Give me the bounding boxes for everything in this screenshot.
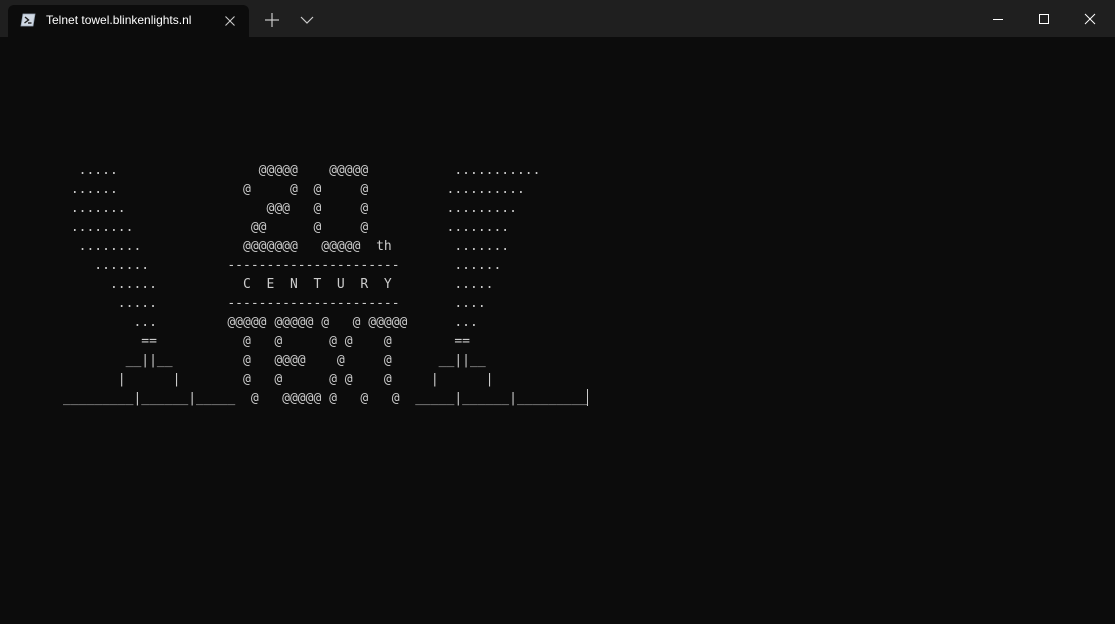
minimize-button[interactable] — [975, 0, 1021, 37]
terminal-line: __||__ @ @@@@ @ @ __||__ — [63, 353, 486, 368]
tab-title: Telnet towel.blinkenlights.nl — [46, 13, 192, 27]
maximize-icon — [1039, 14, 1049, 24]
terminal-line: ........ @@@@@@@ @@@@@ th ....... — [63, 239, 510, 254]
terminal-line: ....... @@@ @ @ ......... — [63, 201, 517, 216]
terminal-text: ..... @@@@@ @@@@@ ........... ...... @ @… — [63, 161, 589, 408]
text-cursor — [587, 389, 589, 406]
terminal-line: ....... ---------------------- ...... — [63, 258, 502, 273]
terminal-line: ...... C E N T U R Y ..... — [63, 277, 494, 292]
minimize-icon — [993, 19, 1003, 20]
title-bar[interactable]: Telnet towel.blinkenlights.nl — [0, 0, 1115, 37]
terminal-line: _________|______|_____ @ @@@@@ @ @ @ ___… — [63, 391, 588, 406]
terminal-line: ........ @@ @ @ ........ — [63, 220, 510, 235]
tab-telnet[interactable]: Telnet towel.blinkenlights.nl — [8, 5, 249, 37]
terminal-line: ..... @@@@@ @@@@@ ........... — [63, 163, 541, 178]
maximize-button[interactable] — [1021, 0, 1067, 37]
terminal-line: ... @@@@@ @@@@@ @ @ @@@@@ ... — [63, 315, 478, 330]
tab-dropdown-chevron-icon[interactable] — [298, 12, 316, 28]
terminal-line: ...... @ @ @ @ .......... — [63, 182, 525, 197]
new-tab-plus-icon[interactable] — [262, 11, 282, 29]
powershell-icon — [20, 13, 36, 27]
terminal-line: ..... ---------------------- .... — [63, 296, 486, 311]
close-button[interactable] — [1067, 0, 1113, 37]
close-icon — [1084, 13, 1096, 25]
terminal-output-area[interactable]: ..... @@@@@ @@@@@ ........... ...... @ @… — [0, 37, 1115, 624]
terminal-line: | | @ @ @ @ @ | | — [63, 372, 494, 387]
terminal-window: Telnet towel.blinkenlights.nl ..... @@@@… — [0, 0, 1115, 624]
tab-close-icon[interactable] — [221, 12, 239, 30]
terminal-line: == @ @ @ @ @ == — [63, 334, 470, 349]
